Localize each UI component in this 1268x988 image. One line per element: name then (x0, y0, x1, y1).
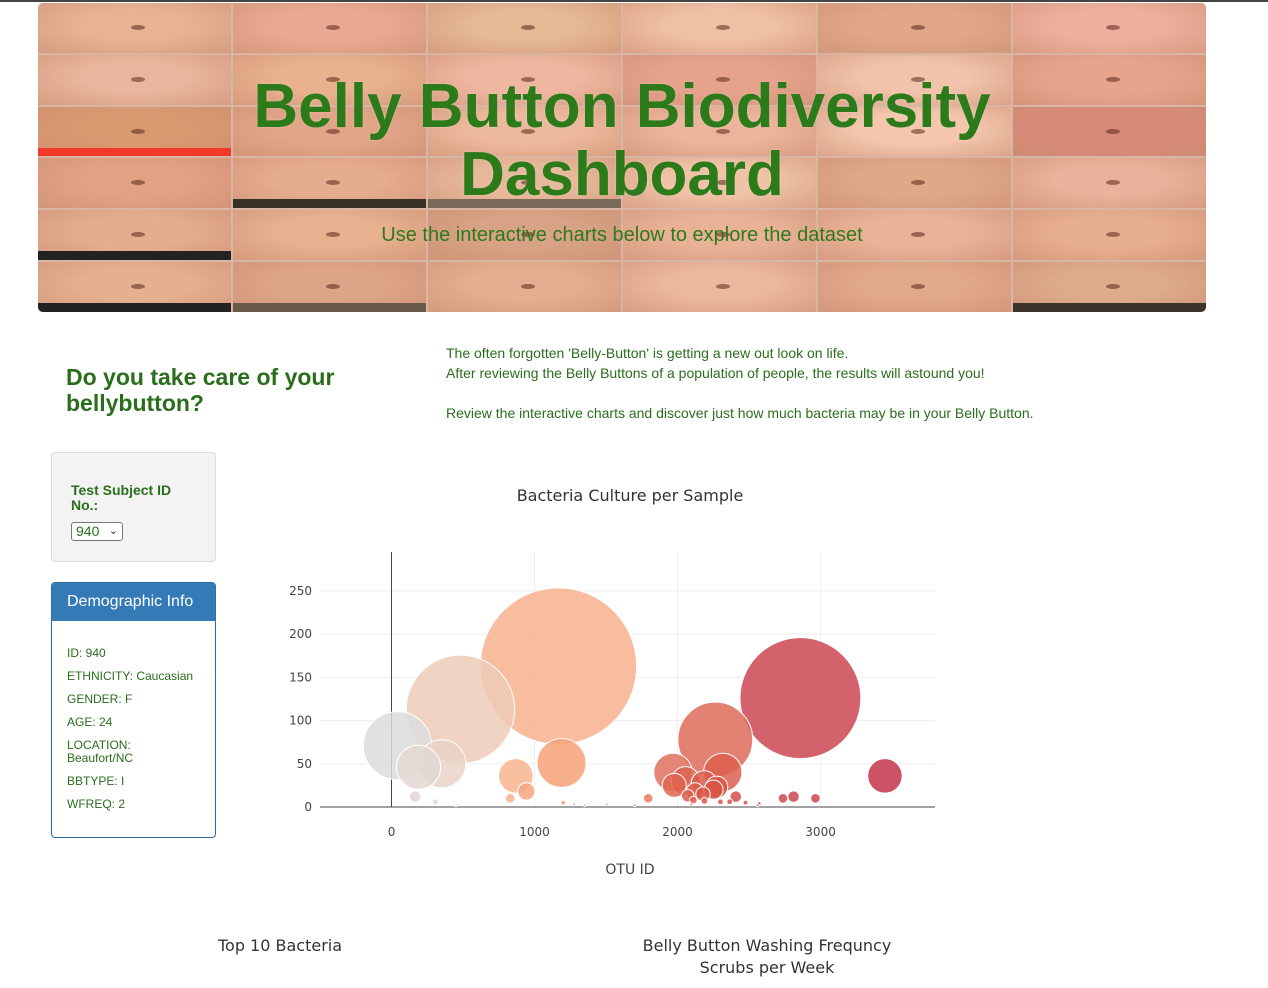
bar-chart-title: Top 10 Bacteria (217, 936, 343, 955)
intro-line: After reviewing the Belly Buttons of a p… (446, 365, 985, 381)
bubble-chart[interactable]: Bacteria Culture per Sample 0 50 100 150 200… (280, 470, 980, 890)
demographic-row: BBTYPE: I (67, 774, 125, 788)
subject-selector-panel: Test Subject ID No.: 940 ⌄ (51, 452, 216, 562)
demographic-row: GENDER: F (67, 692, 133, 706)
bubble-point[interactable] (582, 803, 587, 808)
y-tick-label: 150 (289, 670, 312, 684)
bubble-point[interactable] (604, 802, 609, 807)
demographic-row: ETHNICITY: Caucasian (67, 669, 194, 683)
page-title-line1: Belly Button Biodiversity (253, 72, 991, 141)
x-axis-title: OTU ID (605, 862, 654, 878)
belly-photo-tile (623, 262, 816, 312)
bubble-point[interactable] (453, 803, 458, 808)
belly-photo-tile (818, 262, 1011, 312)
bubble-point[interactable] (689, 802, 694, 807)
bubble-point[interactable] (560, 799, 567, 806)
belly-photo-tile (623, 3, 816, 53)
bubble-point[interactable] (700, 797, 709, 805)
demographic-info-heading: Demographic Info (52, 583, 215, 621)
bubble-point[interactable] (536, 737, 587, 788)
bubble-point[interactable] (408, 790, 422, 803)
gauge-chart-title: Belly Button Washing Frequncy Scrubs per… (567, 935, 967, 979)
care-question-heading: Do you take care of your bellybutton? (66, 364, 335, 416)
intro-text: The often forgotten 'Belly-Button' is ge… (446, 343, 1146, 423)
belly-photo-tile (233, 262, 426, 312)
subject-id-label: Test Subject ID No.: (71, 482, 172, 513)
bubble-point[interactable] (755, 803, 760, 808)
gauge-title-line2: Scrubs per Week (699, 958, 835, 977)
demographic-row: ID: 940 (67, 646, 106, 660)
bubble-point[interactable] (632, 803, 637, 808)
subject-id-selected-value: 940 (76, 523, 100, 539)
x-tick-label: 3000 (805, 825, 836, 839)
belly-photo-tile (1013, 3, 1206, 53)
belly-photo-tile (38, 3, 231, 53)
demographic-info-panel: Demographic Info ID: 940 ETHNICITY: Cauc… (51, 582, 216, 838)
chevron-down-icon: ⌄ (108, 525, 118, 537)
bubble-point[interactable] (395, 744, 442, 790)
bubble-point[interactable] (572, 802, 577, 807)
bubble-point[interactable] (810, 793, 821, 804)
x-tick-label: 0 (388, 825, 396, 839)
page-title: Belly Button Biodiversity Dashboard (38, 73, 1206, 209)
hero-banner: Belly Button Biodiversity Dashboard Use … (38, 3, 1206, 312)
intro-line: Review the interactive charts and discov… (446, 405, 1034, 421)
bubble-point[interactable] (504, 793, 516, 804)
belly-photo-tile (818, 3, 1011, 53)
y-tick-label: 250 (289, 584, 312, 598)
bubble-point[interactable] (787, 790, 800, 803)
bubble-point[interactable] (517, 782, 536, 801)
bubble-point[interactable] (726, 798, 733, 806)
bubble-point[interactable] (432, 798, 439, 806)
subject-id-select[interactable]: 940 ⌄ (71, 522, 123, 541)
demographic-row: LOCATION: Beaufort/NC (67, 738, 134, 765)
belly-photo-tile (1013, 262, 1206, 312)
x-tick-label: 2000 (662, 825, 693, 839)
belly-photo-tile (428, 3, 621, 53)
bubble-point[interactable] (742, 799, 749, 806)
belly-photo-tile (428, 262, 621, 312)
gauge-title-line1: Belly Button Washing Frequncy (642, 936, 892, 955)
demographic-info-body: ID: 940 ETHNICITY: Caucasian GENDER: F A… (52, 621, 215, 811)
intro-line: The often forgotten 'Belly-Button' is ge… (446, 345, 849, 361)
page-subtitle: Use the interactive charts below to expl… (381, 224, 863, 246)
y-tick-label: 100 (289, 714, 312, 728)
belly-photo-tile (233, 3, 426, 53)
bubble-point[interactable] (739, 637, 862, 760)
demographic-row: AGE: 24 (67, 715, 113, 729)
page-title-line2: Dashboard (460, 140, 784, 209)
y-tick-label: 0 (304, 800, 312, 814)
demographic-row: WFREQ: 2 (67, 797, 126, 811)
top-border (0, 0, 1268, 2)
bubble-point[interactable] (777, 793, 789, 804)
x-tick-label: 1000 (519, 825, 550, 839)
y-tick-label: 50 (297, 757, 312, 771)
belly-photo-tile (38, 262, 231, 312)
bubble-point[interactable] (867, 758, 903, 794)
bubble-chart-title: Bacteria Culture per Sample (516, 486, 744, 505)
bubble-chart-plot[interactable]: 0 50 100 150 200 250 0 1000 2000 3000 OTU ID (280, 470, 980, 890)
bubble-point[interactable] (642, 793, 654, 804)
y-tick-label: 200 (289, 627, 312, 641)
bubble-point[interactable] (717, 798, 724, 806)
